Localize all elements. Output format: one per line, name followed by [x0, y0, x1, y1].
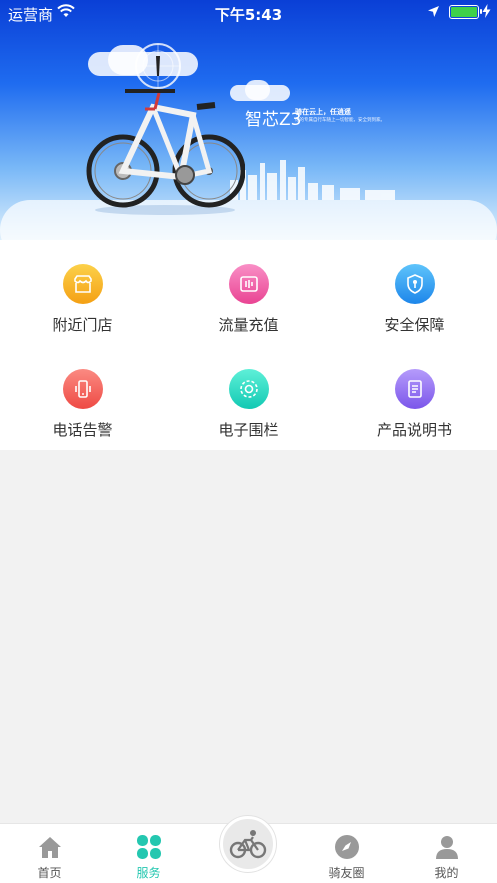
status-bar: 运营商 下午5:43	[0, 0, 497, 26]
ride-center-button[interactable]	[220, 816, 276, 872]
service-phone-alarm[interactable]: 电话告警	[0, 345, 165, 450]
service-label: 流量充值	[218, 316, 279, 334]
service-geofence[interactable]: 电子围栏	[166, 345, 331, 450]
service-label: 电子围栏	[218, 421, 279, 439]
service-nearby-stores[interactable]: 附近门店	[0, 240, 165, 345]
service-label: 产品说明书	[376, 421, 452, 439]
service-security[interactable]: 安全保障	[332, 240, 497, 345]
bike-icon	[229, 830, 267, 859]
home-icon	[39, 837, 61, 858]
cloud-decoration	[245, 80, 270, 100]
clover-icon	[137, 835, 161, 859]
compass-icon	[335, 835, 359, 859]
city-skyline	[230, 160, 395, 200]
tab-services[interactable]: 服务	[99, 824, 198, 883]
service-manual[interactable]: 产品说明书	[332, 345, 497, 450]
service-label: 附近门店	[52, 316, 113, 334]
shield-icon	[395, 264, 435, 304]
tab-label: 服务	[136, 866, 161, 880]
location-arrow-icon	[427, 4, 440, 22]
service-grid: 附近门店 流量充值 安全保障 电话告警 电子围栏 产品说明书	[0, 240, 497, 450]
manual-icon	[395, 369, 435, 409]
phone-alarm-icon	[63, 369, 103, 409]
brand-name: 智芯Z3	[245, 110, 302, 130]
data-recharge-icon	[229, 264, 269, 304]
tab-riders-circle[interactable]: 骑友圈	[297, 824, 396, 883]
tab-label: 骑友圈	[328, 866, 365, 880]
hero-banner[interactable]: 运营商 下午5:43 智芯Z3 骑在云上，任逍遥 你的专属自行车随上一切智能，安…	[0, 0, 497, 240]
service-data-recharge[interactable]: 流量充值	[166, 240, 331, 345]
clock-time: 下午5:43	[214, 6, 283, 24]
geofence-icon	[229, 369, 269, 409]
banner-slogan: 智芯Z3 骑在云上，任逍遥 你的专属自行车随上一切智能，安全到到家。	[245, 105, 385, 130]
cloud-decoration	[0, 200, 497, 240]
person-icon	[436, 836, 458, 859]
slogan-subtext: 你的专属自行车随上一切智能，安全到到家。	[295, 118, 385, 123]
tab-home[interactable]: 首页	[0, 824, 99, 883]
tab-me[interactable]: 我的	[397, 824, 496, 883]
service-label: 电话告警	[52, 421, 113, 439]
battery-icon	[449, 5, 482, 19]
tab-label: 我的	[434, 866, 459, 880]
charging-icon	[482, 4, 491, 22]
service-label: 安全保障	[384, 316, 445, 334]
store-icon	[63, 264, 103, 304]
slogan-text: 骑在云上，任逍遥	[295, 108, 351, 116]
bicycle-image	[86, 89, 245, 215]
tab-label: 首页	[37, 866, 62, 880]
